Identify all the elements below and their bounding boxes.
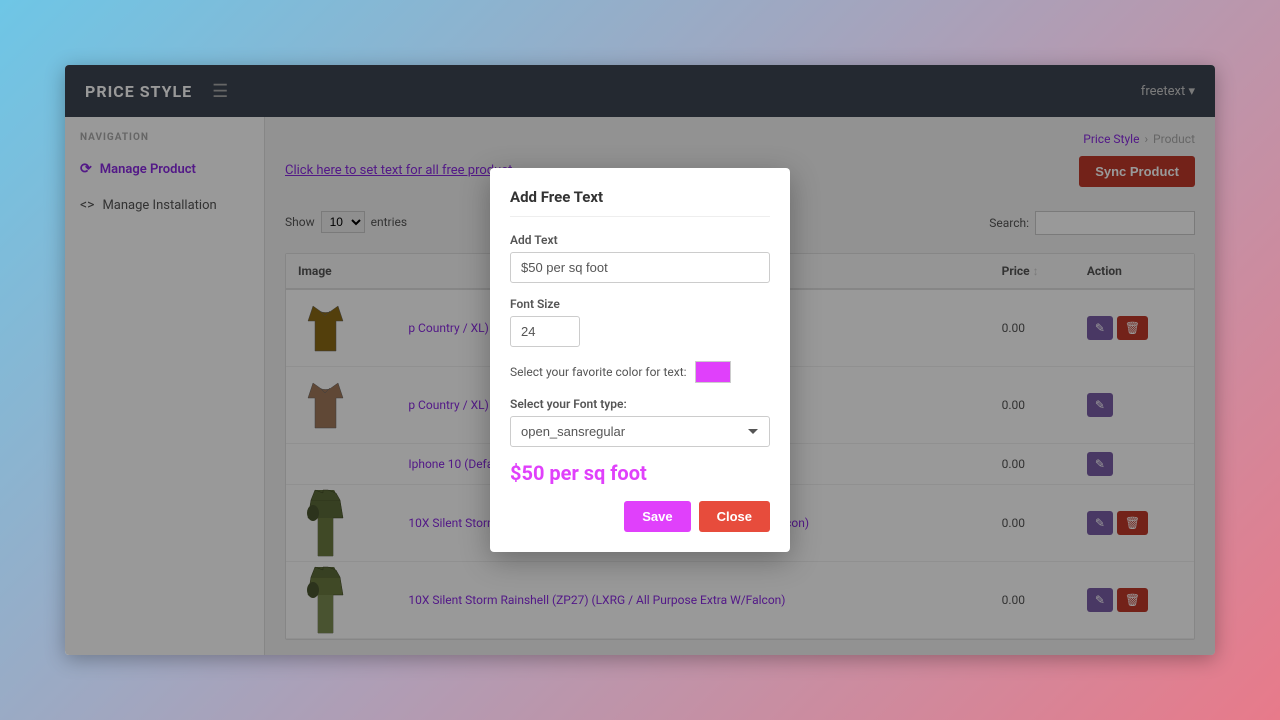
add-free-text-modal: Add Free Text Add Text Font Size Select … xyxy=(490,168,790,552)
font-type-group: Select your Font type: open_sansregular … xyxy=(510,397,770,447)
save-button[interactable]: Save xyxy=(624,501,690,532)
modal-footer: Save Close xyxy=(510,501,770,532)
font-type-label: Select your Font type: xyxy=(510,397,770,411)
preview-text: $50 per sq foot xyxy=(510,461,770,485)
font-size-input[interactable] xyxy=(510,316,580,347)
color-swatch[interactable] xyxy=(695,361,731,383)
add-text-input[interactable] xyxy=(510,252,770,283)
modal-title: Add Free Text xyxy=(510,188,770,217)
color-group: Select your favorite color for text: xyxy=(510,361,770,383)
add-text-label: Add Text xyxy=(510,233,770,247)
font-size-group: Font Size xyxy=(510,297,770,347)
close-button[interactable]: Close xyxy=(699,501,770,532)
color-row: Select your favorite color for text: xyxy=(510,361,770,383)
color-label: Select your favorite color for text: xyxy=(510,365,687,379)
add-text-group: Add Text xyxy=(510,233,770,283)
font-type-select[interactable]: open_sansregular Arial Roboto Times New … xyxy=(510,416,770,447)
font-size-label: Font Size xyxy=(510,297,770,311)
